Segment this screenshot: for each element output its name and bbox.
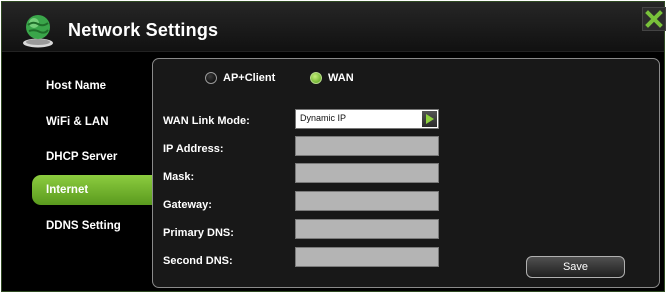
- radio-label: AP+Client: [223, 72, 276, 84]
- gateway-field[interactable]: [295, 191, 439, 211]
- second-dns-field[interactable]: [295, 247, 439, 267]
- sidebar-item-label: DDNS Setting: [46, 220, 121, 232]
- radio-label: WAN: [328, 72, 354, 84]
- second-dns-label: Second DNS:: [163, 255, 233, 267]
- internet-settings-panel: AP+Client WAN WAN Link Mode: Dynamic IP …: [152, 58, 660, 288]
- primary-dns-field[interactable]: [295, 219, 439, 239]
- page-title: Network Settings: [68, 20, 219, 40]
- network-globe-icon: [19, 12, 57, 48]
- radio-ap-client[interactable]: [205, 72, 217, 84]
- ip-address-label: IP Address:: [163, 143, 224, 155]
- mode-option-wan[interactable]: WAN: [310, 72, 354, 84]
- sidebar-item-label: Host Name: [46, 80, 107, 92]
- sidebar-item-wifi-lan[interactable]: WiFi & LAN: [2, 107, 154, 137]
- ip-address-field[interactable]: [295, 136, 439, 156]
- wan-link-mode-label: WAN Link Mode:: [163, 115, 250, 127]
- wan-link-mode-select[interactable]: Dynamic IP: [295, 109, 439, 129]
- close-icon: [645, 10, 663, 28]
- wan-link-mode-value: Dynamic IP: [300, 113, 347, 123]
- settings-sidebar: Host Name WiFi & LAN DHCP Server Interne…: [2, 52, 154, 292]
- mask-label: Mask:: [163, 171, 195, 183]
- sidebar-item-ddns-setting[interactable]: DDNS Setting: [2, 211, 154, 241]
- mask-field[interactable]: [295, 163, 439, 183]
- sidebar-item-dhcp-server[interactable]: DHCP Server: [2, 142, 154, 172]
- radio-wan[interactable]: [310, 72, 322, 84]
- sidebar-item-host-name[interactable]: Host Name: [2, 71, 154, 101]
- gateway-label: Gateway:: [163, 199, 212, 211]
- sidebar-item-internet[interactable]: Internet: [32, 175, 154, 205]
- sidebar-item-label: DHCP Server: [46, 151, 118, 163]
- primary-dns-label: Primary DNS:: [163, 227, 234, 239]
- play-arrow-icon: [426, 114, 434, 124]
- sidebar-item-label: WiFi & LAN: [46, 116, 109, 128]
- title-bar: Network Settings: [2, 2, 666, 52]
- save-button[interactable]: Save: [526, 256, 625, 278]
- dropdown-button[interactable]: [422, 111, 437, 127]
- close-button[interactable]: [642, 7, 666, 31]
- sidebar-item-label: Internet: [46, 184, 89, 196]
- mode-option-ap-client[interactable]: AP+Client: [205, 72, 275, 84]
- network-settings-window: Network Settings Host Name WiFi & LAN DH…: [1, 1, 666, 292]
